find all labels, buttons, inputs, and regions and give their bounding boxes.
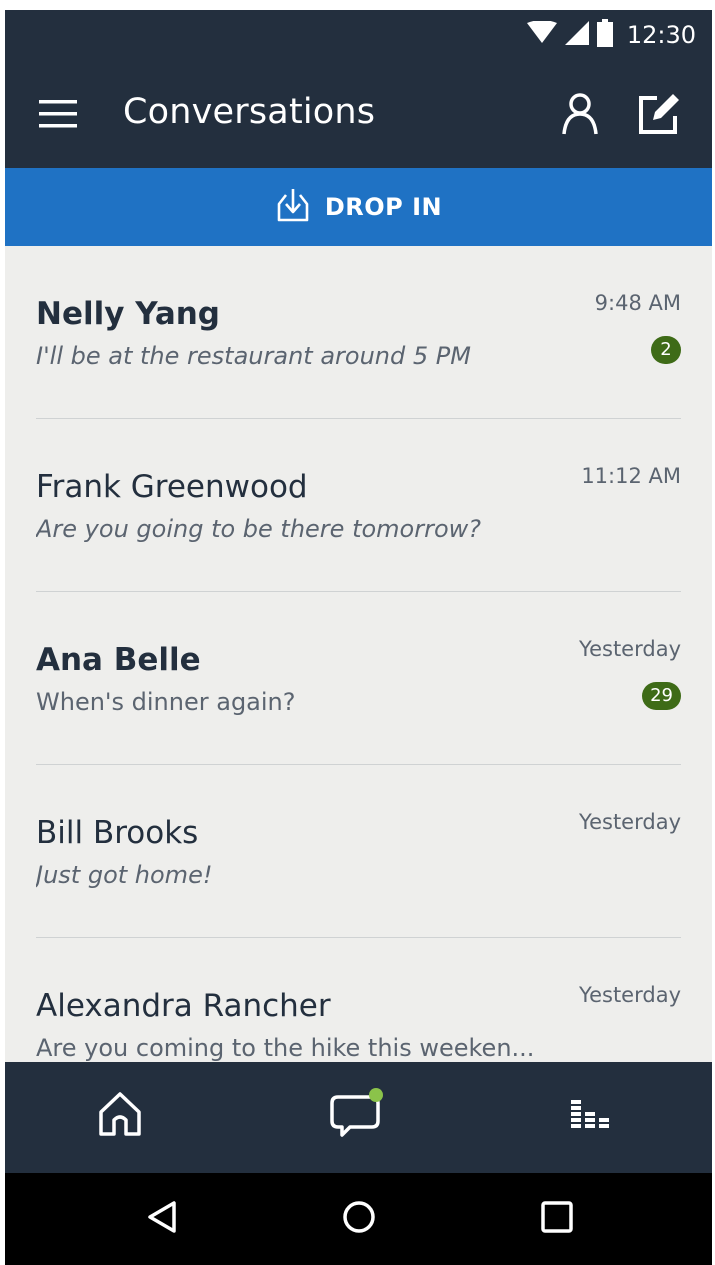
message-preview: Are you going to be there tomorrow?: [36, 515, 482, 543]
system-home-button[interactable]: [333, 1193, 385, 1245]
conversation-item[interactable]: Alexandra Rancher Are you coming to the …: [5, 938, 712, 1062]
contact-name: Bill Brooks: [36, 815, 199, 851]
drop-in-icon: [275, 187, 311, 227]
contacts-icon: [556, 93, 604, 142]
menu-icon: [37, 100, 81, 138]
contact-name: Alexandra Rancher: [36, 988, 331, 1024]
message-time: 11:12 AM: [581, 464, 681, 488]
message-preview: Are you coming to the hike this weeken..…: [36, 1034, 535, 1062]
unread-badge: 29: [642, 682, 681, 710]
message-time: Yesterday: [579, 983, 681, 1007]
contact-name: Ana Belle: [36, 642, 201, 678]
contact-name: Frank Greenwood: [36, 469, 308, 505]
message-preview: I'll be at the restaurant around 5 PM: [36, 342, 471, 370]
contact-name: Nelly Yang: [36, 296, 221, 332]
bottom-nav: [5, 1062, 712, 1173]
cell-signal-icon: [564, 21, 589, 49]
system-nav: [5, 1173, 712, 1265]
page-title: Conversations: [123, 92, 376, 132]
compose-button[interactable]: [635, 90, 683, 138]
contacts-button[interactable]: [556, 90, 604, 138]
system-back-button[interactable]: [136, 1193, 188, 1245]
conversation-item[interactable]: Ana Belle When's dinner again? Yesterday…: [5, 592, 712, 765]
back-icon: [144, 1199, 180, 1239]
drop-in-content: DROP IN: [5, 168, 712, 246]
status-icons: 12:30: [526, 19, 696, 51]
message-time: Yesterday: [579, 637, 681, 661]
unread-badge: 2: [651, 336, 681, 364]
drop-in-label: DROP IN: [324, 193, 443, 221]
recents-icon: [539, 1199, 575, 1239]
message-preview: Just got home!: [36, 861, 213, 889]
phone-screen: 12:30 Conversations DROP IN Nelly Yang I…: [5, 10, 712, 1265]
conversation-item[interactable]: Nelly Yang I'll be at the restaurant aro…: [5, 246, 712, 419]
status-time: 12:30: [626, 21, 696, 49]
message-time: Yesterday: [579, 810, 681, 834]
drop-in-button[interactable]: DROP IN: [5, 168, 712, 246]
nav-conversations-button[interactable]: [325, 1084, 389, 1148]
notification-dot: [369, 1088, 383, 1102]
message-preview: When's dinner again?: [36, 688, 296, 716]
home-icon: [96, 1090, 144, 1142]
battery-icon: [596, 19, 613, 51]
conversation-list: Nelly Yang I'll be at the restaurant aro…: [5, 246, 712, 1062]
nav-activity-button[interactable]: [559, 1084, 623, 1148]
compose-icon: [635, 94, 683, 142]
conversation-item[interactable]: Bill Brooks Just got home! Yesterday: [5, 765, 712, 938]
conversation-item[interactable]: Frank Greenwood Are you going to be ther…: [5, 419, 712, 592]
home-circle-icon: [341, 1199, 377, 1239]
menu-button[interactable]: [37, 94, 81, 134]
app-bar: Conversations: [5, 60, 712, 168]
nav-home-button[interactable]: [88, 1084, 152, 1148]
conversations-icon: [330, 1087, 384, 1145]
message-time: 9:48 AM: [594, 291, 681, 315]
activity-icon: [569, 1094, 613, 1138]
system-recents-button[interactable]: [531, 1193, 583, 1245]
wifi-icon: [526, 20, 557, 49]
status-bar: 12:30: [5, 10, 712, 60]
